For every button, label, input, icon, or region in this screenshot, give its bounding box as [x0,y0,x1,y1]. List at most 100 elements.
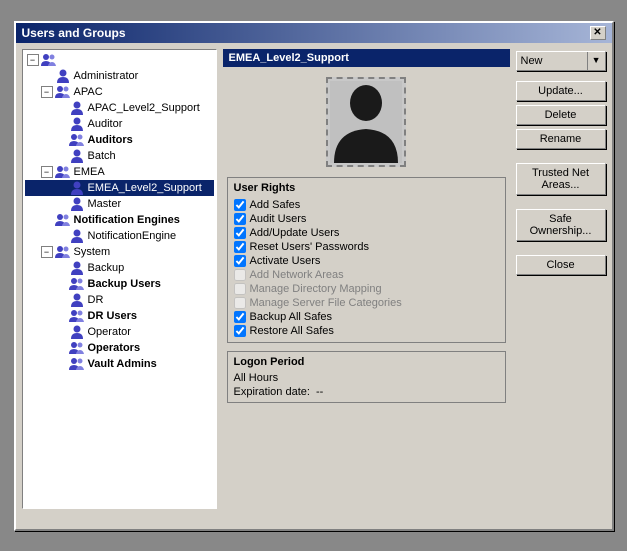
trusted-net-button[interactable]: Trusted Net Areas... [516,163,606,195]
tree-item-vault-admins[interactable]: Vault Admins [25,356,214,372]
right-checkbox-1[interactable] [234,213,246,225]
tree-label-emea-level2: EMEA_Level2_Support [88,182,202,194]
tree-panel[interactable]: − Administrator − APAC APAC_Level2_Suppor… [22,49,217,509]
tree-label-administrator: Administrator [74,70,139,82]
user-icon [69,229,85,243]
tree-item-apac[interactable]: − APAC [25,84,214,100]
tree-label-notif-engine: NotificationEngine [88,230,177,242]
delete-button[interactable]: Delete [516,105,606,125]
buttons-panel: New ▼ Update... Delete Rename Trusted Ne… [516,49,606,509]
tree-item-dr-users[interactable]: DR Users [25,308,214,324]
expiry-row: Expiration date: -- [234,386,499,398]
group-icon [41,53,57,67]
tree-expand-root[interactable]: − [27,54,39,66]
tree-label-operator: Operator [88,326,131,338]
user-icon [69,181,85,195]
tree-item-emea-level2[interactable]: EMEA_Level2_Support [25,180,214,196]
tree-label-dr-users: DR Users [88,310,138,322]
tree-label-auditors: Auditors [88,134,133,146]
tree-expand-apac[interactable]: − [41,86,53,98]
tree-item-backup-users[interactable]: Backup Users [25,276,214,292]
tree-label-operators: Operators [88,342,141,354]
user-icon [69,149,85,163]
right-checkbox-5 [234,269,246,281]
users-and-groups-dialog: Users and Groups ✕ − Administrator − APAC… [14,21,614,531]
tree-item-master[interactable]: Master [25,196,214,212]
right-row-0: Add Safes [234,198,499,212]
tree-label-master: Master [88,198,122,210]
tree-item-backup[interactable]: Backup [25,260,214,276]
right-checkbox-3[interactable] [234,241,246,253]
tree-expand-system[interactable]: − [41,246,53,258]
main-content: − Administrator − APAC APAC_Level2_Suppor… [16,43,612,515]
tree-label-backup-users: Backup Users [88,278,161,290]
logon-section: Logon Period All Hours Expiration date: … [227,351,506,403]
tree-label-auditor: Auditor [88,118,123,130]
right-row-9: Restore All Safes [234,324,499,338]
rename-button[interactable]: Rename [516,129,606,149]
group-icon [69,341,85,355]
right-label-1: Audit Users [250,213,307,225]
user-header: EMEA_Level2_Support [223,49,510,67]
tree-item-notif-engine[interactable]: NotificationEngine [25,228,214,244]
window-title: Users and Groups [22,26,126,40]
tree-item-dr[interactable]: DR [25,292,214,308]
new-dropdown[interactable]: New ▼ [516,51,606,71]
right-row-3: Reset Users' Passwords [234,240,499,254]
tree-item-auditors[interactable]: Auditors [25,132,214,148]
title-bar: Users and Groups ✕ [16,23,612,43]
divider [516,153,606,159]
user-photo [326,77,406,167]
tree-label-batch: Batch [88,150,116,162]
right-label-3: Reset Users' Passwords [250,241,369,253]
right-row-4: Activate Users [234,254,499,268]
tree-expand-emea[interactable]: − [41,166,53,178]
tree-item-emea[interactable]: − EMEA [25,164,214,180]
right-row-1: Audit Users [234,212,499,226]
tree-item-auditor[interactable]: Auditor [25,116,214,132]
right-row-8: Backup All Safes [234,310,499,324]
right-checkbox-4[interactable] [234,255,246,267]
close-dialog-button[interactable]: Close [516,255,606,275]
logon-period-value: All Hours [234,372,499,384]
tree-item-notif-engines[interactable]: Notification Engines [25,212,214,228]
tree-label-notif-engines: Notification Engines [74,214,180,226]
right-checkbox-0[interactable] [234,199,246,211]
user-icon [69,101,85,115]
user-icon [69,197,85,211]
tree-item-operator[interactable]: Operator [25,324,214,340]
user-icon [69,117,85,131]
tree-item-apac-level2[interactable]: APAC_Level2_Support [25,100,214,116]
tree-item-system[interactable]: − System [25,244,214,260]
right-row-6: Manage Directory Mapping [234,282,499,296]
group-icon [69,309,85,323]
new-dropdown-arrow[interactable]: ▼ [587,52,605,70]
group-icon [69,133,85,147]
right-label-6: Manage Directory Mapping [250,283,382,295]
expiration-value: -- [316,386,323,398]
group-icon [55,85,71,99]
tree-item-operators[interactable]: Operators [25,340,214,356]
tree-label-system: System [74,246,111,258]
right-checkbox-8[interactable] [234,311,246,323]
tree-label-backup: Backup [88,262,125,274]
right-checkbox-9[interactable] [234,325,246,337]
group-icon [69,357,85,371]
tree-item-batch[interactable]: Batch [25,148,214,164]
tree-item-root[interactable]: − [25,52,214,68]
tree-item-administrator[interactable]: Administrator [25,68,214,84]
right-checkbox-6 [234,283,246,295]
user-icon [69,261,85,275]
safe-ownership-button[interactable]: Safe Ownership... [516,209,606,241]
right-checkbox-2[interactable] [234,227,246,239]
divider2 [516,199,606,205]
user-icon [55,69,71,83]
update-button[interactable]: Update... [516,81,606,101]
rights-container: Add SafesAudit UsersAdd/Update UsersRese… [234,198,499,338]
right-label-9: Restore All Safes [250,325,334,337]
right-label-5: Add Network Areas [250,269,344,281]
tree-label-apac-level2: APAC_Level2_Support [88,102,200,114]
new-button[interactable]: New [517,52,587,70]
close-button[interactable]: ✕ [590,26,606,40]
right-row-5: Add Network Areas [234,268,499,282]
